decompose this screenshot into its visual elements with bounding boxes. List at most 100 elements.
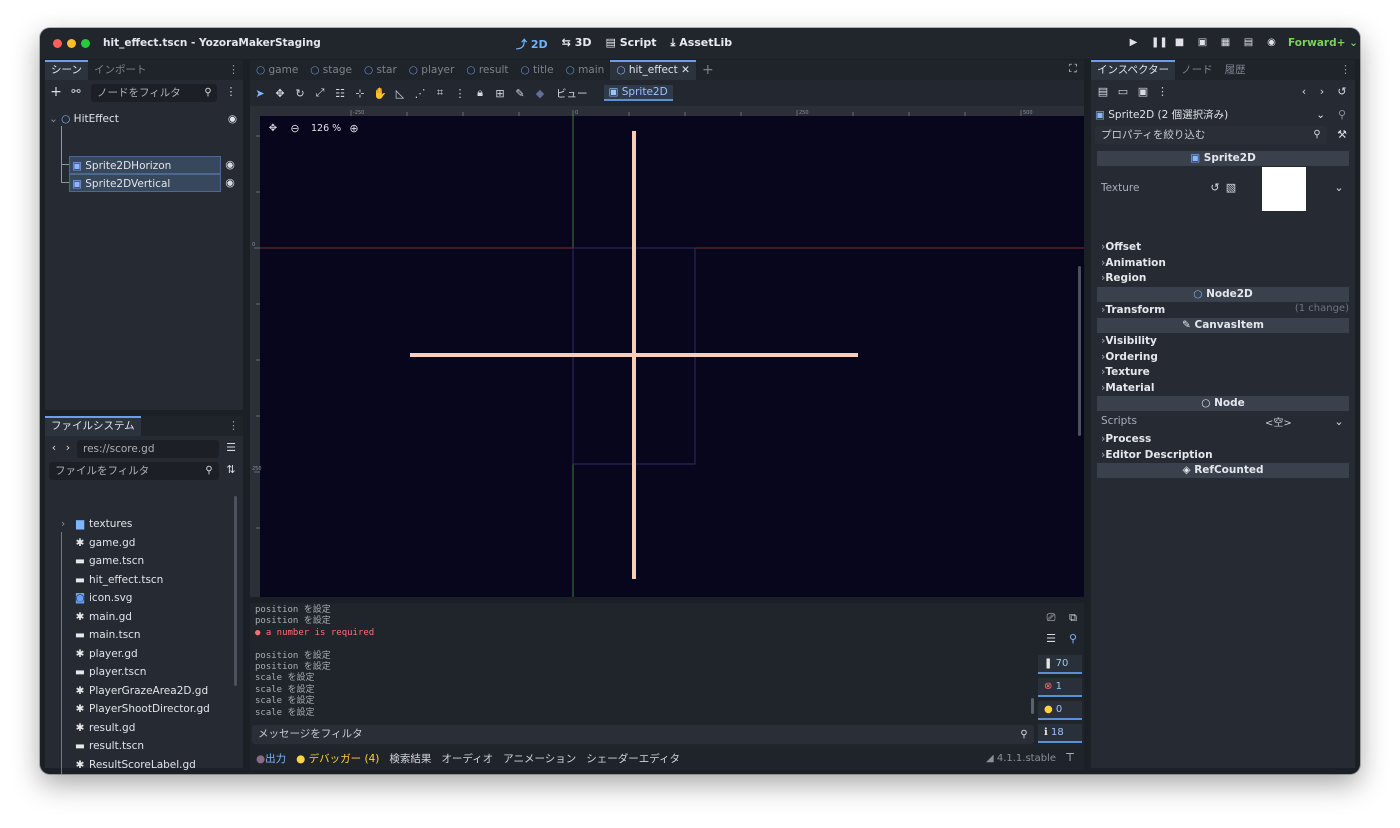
sprite2d-vertical[interactable] xyxy=(632,131,636,579)
tree-row-root[interactable]: ⌄ ○ HitEffect ◉ xyxy=(49,110,239,128)
tab-inspector[interactable]: インスペクター xyxy=(1091,60,1176,80)
group-icon[interactable]: ⊞ xyxy=(490,87,510,100)
tab-shader-editor[interactable]: シェーダーエディタ xyxy=(586,751,680,766)
link-icon[interactable]: ⚯ xyxy=(69,85,83,99)
error-count-toggle[interactable]: ⊗ 1 xyxy=(1038,678,1082,697)
tab-debugger[interactable]: ● デバッガー (4) xyxy=(296,751,379,766)
file-item[interactable]: ▬ hit_effect.tscn xyxy=(73,571,163,589)
file-item[interactable]: ✱ ResultScoreLabel.gd xyxy=(73,756,196,774)
sort-icon[interactable]: ⇅ xyxy=(225,463,237,477)
object-selector[interactable]: ▣ Sprite2D (2 個選択済み) ⌄ xyxy=(1095,106,1327,124)
expand-panel-icon[interactable]: ⊤ xyxy=(1064,751,1076,765)
scale-tool-icon[interactable]: ⤢ xyxy=(310,86,330,100)
chevron-down-icon[interactable]: ⌄ xyxy=(1333,181,1345,195)
tools-icon[interactable]: ⚒ xyxy=(1335,128,1349,142)
scene-tab-main[interactable]: ○ main xyxy=(560,60,611,80)
back-icon[interactable]: ‹ xyxy=(1299,85,1309,99)
message-filter-input[interactable]: メッセージをフィルタ xyxy=(252,725,1034,744)
close-tab-icon[interactable]: ✕ xyxy=(678,64,690,76)
doc-icon[interactable]: ⚲ xyxy=(1335,108,1349,122)
back-icon[interactable]: ‹ xyxy=(49,441,59,455)
script-button[interactable]: ▤ Script xyxy=(605,36,656,52)
file-item[interactable]: ✱ player.gd xyxy=(73,645,138,663)
canvas-viewport[interactable]: -250 0 250 500 0 250 ✥ ⊖ 126 % ⊕ xyxy=(250,106,1084,597)
tab-scene[interactable]: シーン xyxy=(45,60,88,80)
remote-debug-icon[interactable]: ▣ xyxy=(1197,37,1208,48)
play-scene-icon[interactable]: ▦ xyxy=(1220,37,1231,48)
texture-options-icon[interactable]: ▧ xyxy=(1225,181,1237,195)
zoom-in-icon[interactable]: ⊕ xyxy=(348,122,360,136)
revert-icon[interactable]: ↺ xyxy=(1209,181,1221,195)
visibility-eye-icon[interactable]: ◉ xyxy=(223,158,237,172)
history-icon[interactable]: ↺ xyxy=(1335,85,1349,99)
dock-menu-icon[interactable]: ⋮ xyxy=(228,63,239,76)
scrollbar[interactable] xyxy=(1031,698,1034,714)
property-material[interactable]: ›Material xyxy=(1101,381,1154,395)
dock-menu-icon[interactable]: ⋮ xyxy=(1340,63,1351,76)
snap-options-icon[interactable]: ⋮ xyxy=(450,87,470,100)
tab-filesystem[interactable]: ファイルシステム xyxy=(45,416,141,436)
pivot-tool-icon[interactable]: ⊹ xyxy=(350,87,370,100)
scrollbar[interactable] xyxy=(234,496,237,686)
tab-animation[interactable]: アニメーション xyxy=(503,751,576,766)
save-resource-icon[interactable]: ▣ xyxy=(1137,85,1149,99)
info-count-toggle[interactable]: ℹ 18 xyxy=(1038,724,1082,743)
rotate-tool-icon[interactable]: ↻ xyxy=(290,87,310,100)
tab-import[interactable]: インポート xyxy=(88,60,153,80)
pan-tool-icon[interactable]: ✋ xyxy=(370,87,390,100)
pause-icon[interactable]: ❚❚ xyxy=(1151,37,1168,48)
file-item[interactable]: ✱ PlayerGrazeArea2D.gd xyxy=(73,682,209,700)
2d-button[interactable]: ⤴ 2D xyxy=(516,36,548,52)
list-select-icon[interactable]: ☷ xyxy=(330,87,350,100)
scripts-value[interactable]: <空> xyxy=(1265,414,1292,429)
copy-icon[interactable]: ⧉ xyxy=(1066,611,1080,625)
file-item[interactable]: ▬ main.tscn xyxy=(73,626,141,644)
tree-row-sprite2dhorizon[interactable]: ▣ Sprite2DHorizon xyxy=(69,156,221,174)
tab-search-results[interactable]: 検索結果 xyxy=(389,751,431,766)
scene-tab-hit-effect[interactable]: ○ hit_effect ✕ xyxy=(610,60,696,80)
grid-snap-icon[interactable]: ⌗ xyxy=(430,86,450,100)
skeleton-icon[interactable]: ◆ xyxy=(530,87,550,100)
add-node-icon[interactable]: + xyxy=(49,85,63,99)
path-input[interactable]: res://score.gd xyxy=(77,440,219,458)
node-filter-input[interactable]: ノードをフィルタ xyxy=(91,84,217,102)
scene-tab-stage[interactable]: ○ stage xyxy=(304,60,358,80)
play-icon[interactable]: ▶ xyxy=(1128,37,1139,48)
play-custom-scene-icon[interactable]: ▤ xyxy=(1243,37,1254,48)
property-region[interactable]: ›Region xyxy=(1101,271,1146,285)
scene-tab-title[interactable]: ○ title xyxy=(515,60,560,80)
filter-icon[interactable]: ☰ xyxy=(1044,632,1058,646)
property-ordering[interactable]: ›Ordering xyxy=(1101,350,1158,364)
collapse-icon[interactable]: ⌄ xyxy=(49,113,58,125)
search-icon[interactable]: ⚲ xyxy=(1066,632,1080,646)
message-count-toggle[interactable]: ❚ 70 xyxy=(1038,655,1082,674)
add-tab-icon[interactable]: + xyxy=(696,60,720,80)
visibility-eye-icon[interactable]: ◉ xyxy=(223,176,237,190)
tab-audio[interactable]: オーディオ xyxy=(441,751,493,766)
file-item[interactable]: ✱ game.gd xyxy=(73,534,136,552)
file-item[interactable]: ▬ game.tscn xyxy=(73,552,144,570)
tab-node[interactable]: ノード xyxy=(1175,60,1219,80)
distraction-free-icon[interactable]: ⛶ xyxy=(1066,62,1080,76)
property-filter-input[interactable]: プロパティを絞り込む xyxy=(1095,126,1327,144)
close-window-button[interactable] xyxy=(53,39,62,48)
scrollbar[interactable] xyxy=(1078,266,1081,436)
open-resource-icon[interactable]: ▭ xyxy=(1117,85,1129,99)
zoom-window-button[interactable] xyxy=(81,39,90,48)
file-item[interactable]: ▬ player.tscn xyxy=(73,663,146,681)
tree-row-sprite2dvertical[interactable]: ▣ Sprite2DVertical xyxy=(69,174,221,192)
property-texture[interactable]: ›Texture xyxy=(1101,365,1150,379)
clear-output-icon[interactable]: ⎚ xyxy=(1044,611,1058,625)
zoom-out-icon[interactable]: ⊖ xyxy=(289,122,301,136)
resource-menu-icon[interactable]: ⋮ xyxy=(1157,85,1168,99)
dock-menu-icon[interactable]: ⋮ xyxy=(228,419,239,432)
3d-button[interactable]: ⇆ 3D xyxy=(562,36,592,52)
file-item[interactable]: ◙ icon.svg xyxy=(73,589,133,607)
forward-icon[interactable]: › xyxy=(1317,85,1327,99)
stop-icon[interactable]: ■ xyxy=(1174,37,1185,48)
tab-output[interactable]: ●出力 xyxy=(256,751,286,766)
scene-tab-result[interactable]: ○ result xyxy=(460,60,514,80)
split-view-icon[interactable]: ☰ xyxy=(225,441,237,455)
scene-menu-icon[interactable]: ⋮ xyxy=(225,85,237,99)
file-item[interactable]: ✱ main.gd xyxy=(73,608,132,626)
